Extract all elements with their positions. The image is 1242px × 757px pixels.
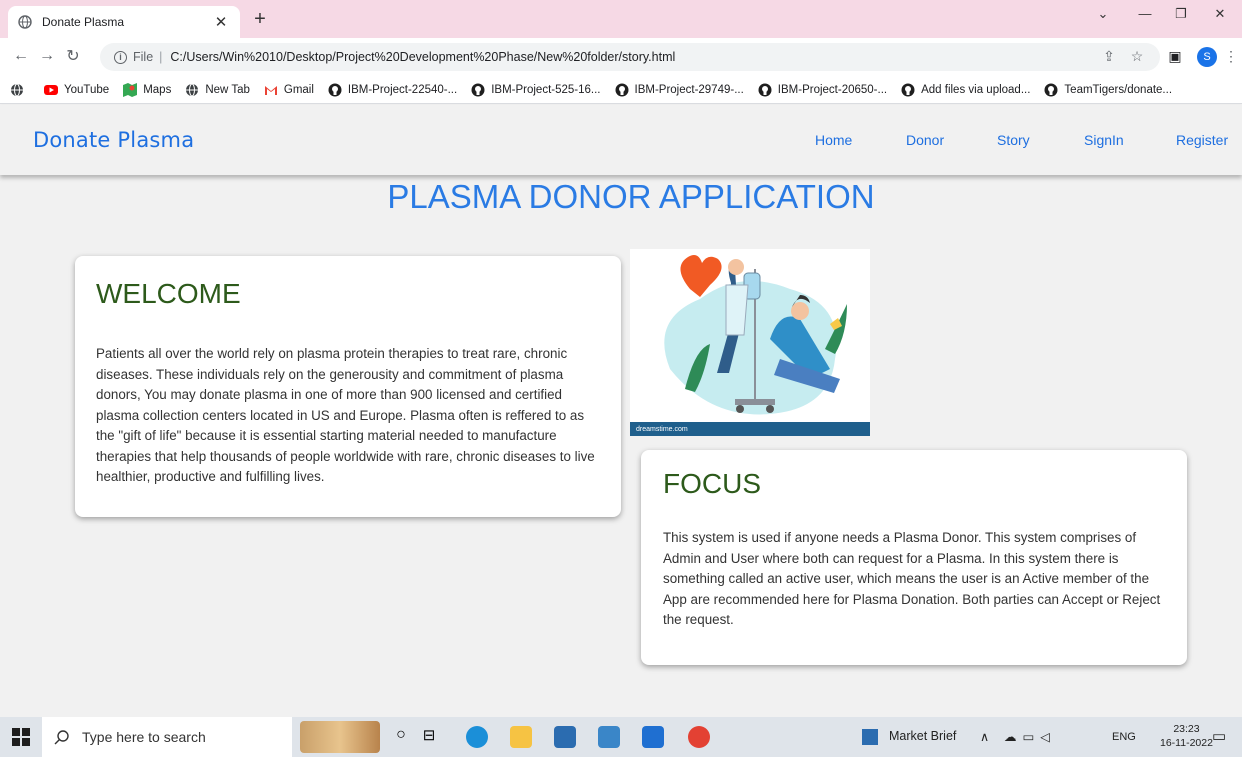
windows-taskbar: Type here to search ○ ⊟ Market Brief ∧ ☁…	[0, 717, 1242, 757]
bookmark-label: New Tab	[205, 83, 250, 96]
focus-text: This system is used if anyone needs a Pl…	[663, 530, 1161, 627]
language-indicator[interactable]: ENG	[1112, 731, 1136, 743]
github-icon	[615, 83, 629, 97]
welcome-text: Patients all over the world rely on plas…	[96, 346, 595, 484]
bookmark-item[interactable]: IBM-Project-20650-...	[758, 83, 887, 97]
share-icon[interactable]: ⇪	[1100, 48, 1118, 65]
image-watermark: dreamstime.com	[630, 422, 870, 436]
bookmark-label: TeamTigers/donate...	[1064, 83, 1173, 96]
bookmark-item[interactable]: TeamTigers/donate...	[1044, 83, 1172, 97]
bookmarks-bar: YouTube Maps New Tab Gmail IBM-Project-22540…	[0, 76, 1242, 104]
store-icon[interactable]	[554, 726, 576, 748]
browser-toolbar: ← → ↻ i File | C:/Users/Win%2010/Desktop…	[0, 38, 1242, 76]
bookmark-item[interactable]: YouTube	[44, 83, 109, 97]
bookmark-label: Add files via upload...	[921, 83, 1031, 96]
focus-heading: FOCUS	[663, 468, 761, 499]
reload-icon[interactable]: ↻	[62, 46, 84, 66]
clock-time: 23:23	[1173, 723, 1200, 735]
tab-search-icon[interactable]: ⌄	[1088, 6, 1118, 22]
close-window-icon[interactable]: ✕	[1205, 6, 1235, 22]
close-tab-icon[interactable]: ✕	[212, 13, 230, 31]
bookmark-item[interactable]: Gmail	[264, 83, 314, 97]
globe-icon	[185, 83, 199, 97]
side-panel-icon[interactable]: ▣	[1166, 48, 1184, 65]
search-icon	[54, 730, 69, 745]
clock-date: 16-11-2022	[1160, 737, 1213, 749]
menu-icon[interactable]: ⋮	[1222, 48, 1240, 65]
bookmark-label: IBM-Project-22540-...	[347, 83, 458, 96]
tray-status-icons[interactable]: ☁▭◁	[1004, 729, 1056, 744]
tray-chevron-icon[interactable]: ∧	[980, 729, 989, 744]
bookmark-item[interactable]: New Tab	[185, 83, 250, 97]
nav-register[interactable]: Register	[1176, 132, 1228, 148]
globe-icon	[10, 83, 24, 97]
restore-icon[interactable]: ❐	[1166, 6, 1196, 22]
welcome-heading: WELCOME	[96, 278, 241, 309]
forward-icon[interactable]: →	[36, 47, 58, 65]
bookmark-item[interactable]: IBM-Project-525-16...	[471, 83, 601, 97]
news-widget-icon[interactable]	[300, 721, 380, 753]
github-icon	[1044, 83, 1058, 97]
bookmark-label: IBM-Project-525-16...	[491, 83, 601, 96]
profile-avatar[interactable]: S	[1197, 47, 1217, 67]
bookmark-item[interactable]: Maps	[123, 82, 172, 97]
bookmark-star-icon[interactable]: ☆	[1128, 48, 1146, 65]
mail-icon[interactable]	[642, 726, 664, 748]
youtube-icon	[44, 83, 58, 97]
windows-start-icon[interactable]	[12, 728, 30, 746]
taskbar-clock[interactable]: 23:23 16-11-2022	[1160, 722, 1213, 750]
task-view-icon[interactable]: ⊟	[418, 726, 440, 748]
page-title: PLASMA DONOR APPLICATION	[387, 178, 875, 215]
file-explorer-icon[interactable]	[510, 726, 532, 748]
url-separator: |	[159, 50, 163, 64]
edge-icon[interactable]	[466, 726, 488, 748]
bookmark-item[interactable]: Add files via upload...	[901, 83, 1030, 97]
cortana-icon[interactable]: ○	[390, 726, 412, 748]
github-icon	[471, 83, 485, 97]
github-icon	[758, 83, 772, 97]
taskbar-search[interactable]: Type here to search	[42, 717, 292, 757]
browser-tab[interactable]: Donate Plasma ✕	[8, 6, 240, 38]
maps-icon	[123, 82, 138, 97]
bookmark-label: YouTube	[64, 83, 110, 96]
bookmark-label: IBM-Project-29749-...	[634, 83, 744, 96]
address-bar[interactable]: i File | C:/Users/Win%2010/Desktop/Proje…	[100, 43, 1160, 71]
market-brief[interactable]: Market Brief	[889, 729, 956, 743]
github-icon	[901, 83, 915, 97]
gmail-icon	[264, 83, 278, 97]
site-info-icon[interactable]: i	[114, 50, 127, 64]
back-icon[interactable]: ←	[10, 47, 32, 65]
tab-title: Donate Plasma	[42, 15, 125, 29]
new-tab-button[interactable]: +	[248, 8, 272, 31]
bookmark-item[interactable]: IBM-Project-29749-...	[615, 83, 744, 97]
welcome-card: WELCOME Patients all over the world rely…	[75, 256, 621, 517]
url-text: C:/Users/Win%2010/Desktop/Project%20Deve…	[170, 50, 676, 64]
url-scheme: File	[133, 50, 154, 64]
donation-illustration: dreamstime.com	[630, 249, 870, 436]
tab-strip: Donate Plasma ✕ + ⌄ — ❐ ✕	[0, 0, 1242, 38]
search-placeholder: Type here to search	[82, 729, 206, 745]
nav-story[interactable]: Story	[997, 132, 1030, 148]
nav-signin[interactable]: SignIn	[1084, 132, 1124, 148]
market-icon	[862, 729, 878, 745]
site-navbar: Donate Plasma Home Donor Story SignIn Re…	[0, 105, 1242, 175]
chrome-icon[interactable]	[688, 726, 710, 748]
site-brand[interactable]: Donate Plasma	[33, 128, 194, 152]
bookmark-label: Gmail	[283, 83, 314, 96]
nav-donor[interactable]: Donor	[906, 132, 944, 148]
nav-home[interactable]: Home	[815, 132, 852, 148]
minimize-icon[interactable]: —	[1130, 6, 1160, 21]
focus-card: FOCUS This system is used if anyone need…	[641, 450, 1187, 665]
bookmark-item[interactable]: IBM-Project-22540-...	[328, 83, 457, 97]
bookmark-label: Maps	[143, 83, 172, 96]
app-icon[interactable]	[598, 726, 620, 748]
notifications-icon[interactable]: ▭	[1212, 727, 1226, 745]
github-icon	[328, 83, 342, 97]
globe-icon	[18, 15, 32, 29]
bookmark-item[interactable]	[10, 83, 30, 97]
bookmark-label: IBM-Project-20650-...	[777, 83, 888, 96]
